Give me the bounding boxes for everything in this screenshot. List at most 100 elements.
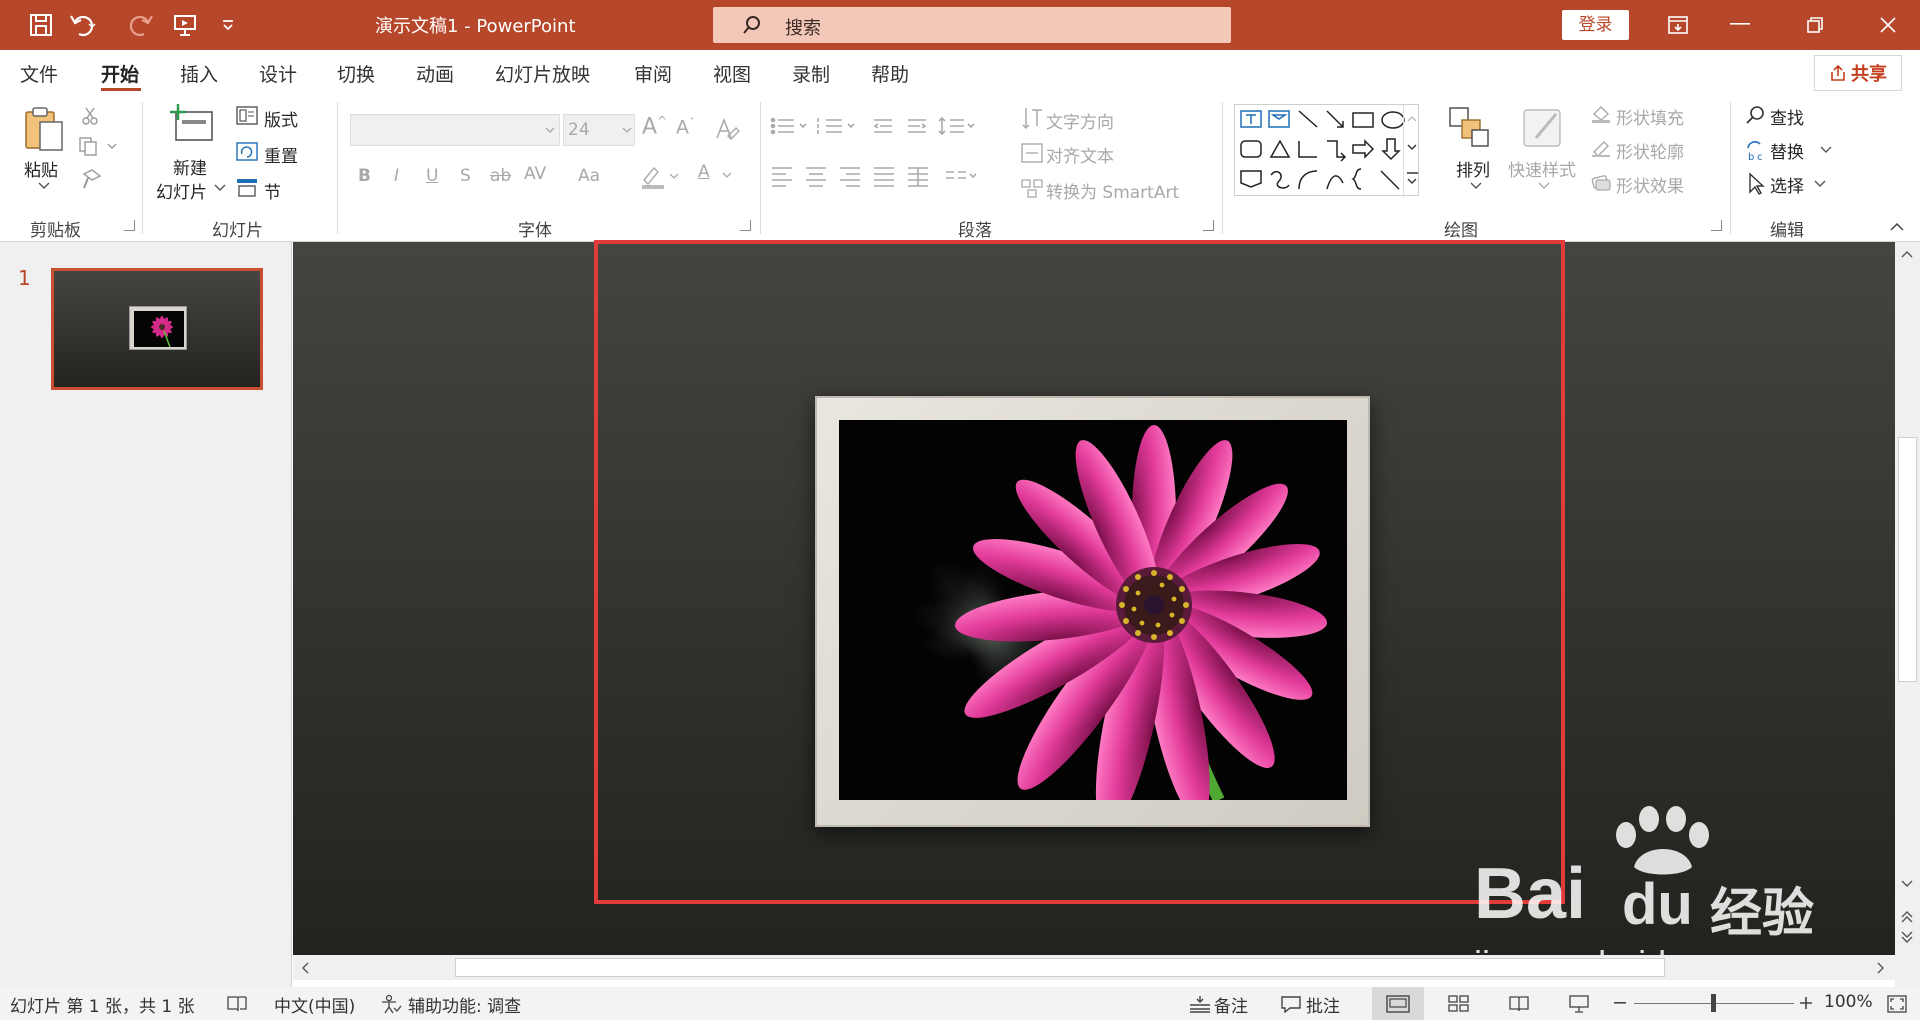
save-icon[interactable] (26, 10, 56, 40)
undo-icon[interactable] (68, 10, 98, 40)
zoom-slider-thumb[interactable] (1711, 994, 1716, 1012)
change-case-button[interactable]: Aa (578, 166, 600, 186)
spelling-icon[interactable] (226, 995, 248, 1013)
shadow-button[interactable]: S (460, 166, 471, 186)
next-slide-icon[interactable] (1901, 930, 1913, 944)
language[interactable]: 中文(中国) (274, 992, 355, 1017)
reading-view-icon[interactable] (1508, 995, 1530, 1013)
comments-icon[interactable] (1280, 995, 1302, 1013)
increase-font-icon[interactable]: A^ (642, 114, 667, 139)
scroll-left-icon[interactable] (301, 962, 309, 974)
tab-file[interactable]: 文件 (20, 60, 58, 87)
notes-button[interactable]: 备注 (1214, 992, 1248, 1017)
tab-home[interactable]: 开始 (101, 60, 139, 87)
shape-fill-icon[interactable] (1590, 104, 1612, 124)
gallery-scroll[interactable] (1403, 105, 1420, 197)
text-direction-icon[interactable] (1020, 106, 1044, 132)
align-text-label[interactable]: 对齐文本 (1046, 142, 1114, 167)
minimize-icon[interactable] (1712, 0, 1768, 50)
new-slide-label-2[interactable]: 幻灯片 (156, 178, 207, 203)
select-label[interactable]: 选择 (1770, 172, 1804, 197)
underline-button[interactable]: U (426, 166, 438, 186)
paste-icon[interactable] (20, 104, 70, 156)
horizontal-scroll-thumb[interactable] (455, 958, 1665, 977)
tab-view[interactable]: 视图 (713, 60, 751, 87)
text-direction-label[interactable]: 文字方向 (1046, 108, 1114, 133)
clear-formatting-icon[interactable] (714, 116, 740, 142)
copy-icon[interactable] (78, 136, 118, 156)
slide-thumbnail[interactable] (51, 268, 263, 390)
select-dropdown-icon[interactable] (1814, 180, 1826, 188)
char-spacing-button[interactable]: AV (524, 164, 546, 184)
ribbon-display-options-icon[interactable] (1650, 0, 1706, 50)
present-from-start-icon[interactable] (170, 10, 200, 40)
search-box[interactable]: 搜索 (713, 7, 1231, 43)
vertical-scrollbar[interactable] (1895, 242, 1920, 987)
normal-view-button[interactable] (1372, 987, 1424, 1020)
zoom-in-icon[interactable] (1800, 997, 1812, 1009)
find-icon[interactable] (1744, 104, 1766, 126)
smartart-label[interactable]: 转换为 SmartArt (1046, 178, 1179, 203)
paste-dropdown-icon[interactable] (38, 182, 50, 190)
find-label[interactable]: 查找 (1770, 104, 1804, 129)
cut-icon[interactable] (80, 106, 100, 126)
scroll-up-icon[interactable] (1901, 250, 1913, 258)
accessibility-icon[interactable] (380, 994, 402, 1014)
accessibility-status[interactable]: 辅助功能: 调查 (408, 992, 521, 1017)
previous-slide-icon[interactable] (1901, 910, 1913, 924)
alignment-buttons-icon[interactable] (770, 164, 980, 188)
decrease-font-icon[interactable]: Aˇ (676, 116, 695, 138)
notes-icon[interactable] (1188, 995, 1212, 1013)
tab-insert[interactable]: 插入 (180, 60, 218, 87)
new-slide-label-1[interactable]: 新建 (173, 154, 207, 179)
shapes-gallery[interactable] (1234, 104, 1420, 197)
font-name-select[interactable] (350, 114, 560, 146)
quick-styles-label[interactable]: 快速样式 (1508, 156, 1576, 181)
login-button[interactable]: 登录 (1562, 10, 1629, 40)
shape-effects-icon[interactable] (1590, 172, 1612, 192)
clipboard-launcher-icon[interactable] (124, 220, 135, 231)
zoom-level[interactable]: 100% (1824, 992, 1873, 1012)
slide-sorter-icon[interactable] (1448, 995, 1470, 1013)
slideshow-icon[interactable] (1568, 994, 1590, 1014)
drawing-launcher-icon[interactable] (1711, 220, 1722, 231)
section-icon[interactable] (236, 178, 258, 198)
new-slide-dropdown-icon[interactable] (214, 184, 226, 192)
close-icon[interactable] (1860, 0, 1916, 50)
paste-label[interactable]: 粘贴 (24, 156, 58, 181)
tab-record[interactable]: 录制 (792, 60, 830, 87)
tab-review[interactable]: 审阅 (634, 60, 672, 87)
layout-label[interactable]: 版式 (264, 106, 298, 131)
zoom-out-icon[interactable] (1614, 1002, 1626, 1006)
bold-button[interactable]: B (358, 166, 371, 186)
quick-styles-dropdown-icon[interactable] (1538, 182, 1550, 190)
share-button[interactable]: 共享 (1814, 55, 1902, 91)
redo-icon[interactable] (126, 10, 156, 40)
replace-label[interactable]: 替换 (1770, 138, 1804, 163)
highlight-icon[interactable] (640, 162, 680, 190)
customize-toolbar-icon[interactable] (213, 10, 243, 40)
quick-styles-icon[interactable] (1520, 104, 1568, 152)
list-buttons-icon[interactable] (770, 114, 1010, 138)
select-icon[interactable] (1746, 172, 1766, 196)
section-label[interactable]: 节 (264, 178, 281, 203)
shape-effects-label[interactable]: 形状效果 (1616, 172, 1684, 197)
arrange-dropdown-icon[interactable] (1470, 182, 1482, 190)
reset-icon[interactable] (236, 142, 258, 162)
restore-icon[interactable] (1787, 0, 1843, 50)
strikethrough-button[interactable]: ab (490, 166, 511, 186)
paragraph-launcher-icon[interactable] (1203, 220, 1214, 231)
scroll-down-icon[interactable] (1901, 880, 1913, 888)
replace-icon[interactable]: bc (1744, 138, 1768, 162)
arrange-icon[interactable] (1448, 106, 1492, 150)
fit-to-window-icon[interactable] (1886, 994, 1908, 1014)
font-launcher-icon[interactable] (740, 220, 751, 231)
vertical-scroll-thumb[interactable] (1898, 437, 1917, 682)
replace-dropdown-icon[interactable] (1820, 146, 1832, 154)
align-text-icon[interactable] (1020, 142, 1044, 164)
new-slide-icon[interactable] (168, 104, 216, 146)
collapse-ribbon-icon[interactable] (1890, 222, 1904, 232)
tab-animations[interactable]: 动画 (416, 60, 454, 87)
shape-outline-icon[interactable] (1590, 138, 1612, 158)
tab-design[interactable]: 设计 (259, 60, 297, 87)
